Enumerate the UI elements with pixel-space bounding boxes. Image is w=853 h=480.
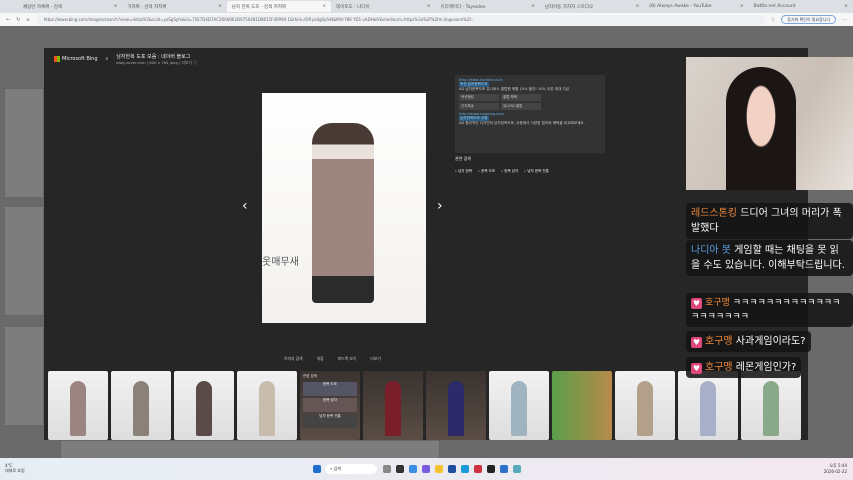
browser-tab[interactable]: 가져짜 - 검색 저저짜 × [122, 1, 226, 12]
refresh-icon[interactable]: ↻ [16, 17, 20, 23]
chat-message: ♥ 호구맹 레몬게임인가? [686, 357, 802, 378]
chat-message: ♥ 호구맹 ㅋㅋㅋㅋㅋㅋㅋㅋㅋㅋㅋㅋㅋㅋㅋㅋㅋㅋㅋㅋ [686, 293, 853, 327]
close-tab-icon: × [217, 4, 222, 9]
thumbnail[interactable] [48, 371, 108, 440]
next-arrow-icon[interactable]: › [437, 198, 443, 214]
ad1-desc: AD 남자한복도포 유니버스 클럽원 매월 10% 할인! 10% 쿠폰 최대 … [459, 87, 570, 91]
app-icon[interactable] [474, 465, 482, 473]
app-icon[interactable] [500, 465, 508, 473]
related-chip[interactable]: ⌕ 한복 도포 [478, 169, 495, 174]
taskbar: 4°C 대체로 흐림 ⌕ 검색 오후 5:44 2026-02-22 [0, 458, 853, 480]
app-icon[interactable] [396, 465, 404, 473]
streamer-face [726, 67, 796, 190]
save-button[interactable]: 저장 [317, 356, 324, 362]
app-icon[interactable] [448, 465, 456, 473]
thumbnail[interactable] [174, 371, 234, 440]
weather-widget[interactable]: 4°C 대체로 흐림 [5, 463, 25, 474]
more-button[interactable]: 더보기 [370, 356, 380, 362]
edge-icon[interactable] [461, 465, 469, 473]
browser-tab[interactable]: 남자아동 자자자 스토디오 × [540, 1, 644, 12]
url-input[interactable]: https://www.bing.com/images/search?view=… [35, 14, 765, 25]
thumbnail[interactable] [426, 371, 486, 440]
thumbnail[interactable] [615, 371, 675, 440]
search-icon[interactable]: ⌕ [106, 56, 109, 62]
visual-search-button[interactable]: 이미지 검색 [284, 356, 303, 362]
home-icon[interactable]: ⌂ [26, 17, 29, 23]
heart-icon: ♥ [691, 337, 702, 348]
thumbnail[interactable] [111, 371, 171, 440]
bing-logo[interactable]: Microsoft Bing [54, 56, 98, 62]
thumbnail[interactable] [489, 371, 549, 440]
more-icon[interactable]: ··· [842, 17, 847, 23]
close-tab-icon: × [739, 4, 744, 9]
related-searches: 관련 검색 ⌕ 남자 한복 ⌕ 한복 도포 ⌕ 한복 남자 ⌕ 남자 한복 전통 [455, 156, 605, 174]
app-icon[interactable] [383, 465, 391, 473]
ads-panel: http://www.auction.co.kr 옥션 남자한복도포 AD 남자… [455, 75, 605, 153]
sync-button[interactable]: 동기화 확인이 필요합니다 [781, 15, 837, 24]
taskbar-search[interactable]: ⌕ 검색 [325, 464, 377, 474]
app-icon[interactable] [487, 465, 495, 473]
back-icon[interactable]: ← [6, 17, 10, 23]
start-icon[interactable] [313, 465, 321, 473]
tab-bar: 채팅탄 자체짜 - 검색 × 가져짜 - 검색 저저짜 × 남자 한복 도포 - 검색 … [0, 0, 853, 13]
more-link[interactable]: 더보기 ⓘ [182, 60, 197, 65]
thumbnail[interactable] [363, 371, 423, 440]
browser-tab[interactable]: 데이토도 - 나다이 × [331, 1, 435, 12]
close-tab-icon: × [844, 4, 848, 9]
image-size: 600 x 784 jpeg [149, 59, 178, 65]
thumbnail[interactable] [741, 371, 801, 440]
browser-tab[interactable]: 남자 한복 도포 - 검색 저저짜 × [226, 1, 332, 12]
thumbnail[interactable] [678, 371, 738, 440]
browser-tab[interactable]: (8) Always Awake - YouTube × [644, 1, 748, 12]
main-image[interactable]: 옷매무새 [262, 93, 426, 323]
related-chip[interactable]: ⌕ 남자 한복 전통 [524, 169, 549, 174]
app-icon[interactable] [513, 465, 521, 473]
ad-chip[interactable]: 클럽 혜택 [501, 94, 541, 101]
chat-message: 레드스톤킹 드디어 그녀의 머리가 폭발했다 [686, 203, 853, 239]
chat-message: ♥ 호구맹 사과게임이라도? [686, 331, 811, 352]
close-tab-icon: × [322, 4, 327, 9]
feedback-button[interactable]: 피드백 보기 [338, 356, 357, 362]
browser-tab[interactable]: 유리계이다 - Toyeolen × [436, 1, 540, 12]
webcam-overlay [686, 57, 853, 190]
ad-chip[interactable]: 옥션랭킹 [459, 94, 499, 101]
close-tab-icon: × [635, 4, 640, 9]
app-icon[interactable] [422, 465, 430, 473]
source-link[interactable]: blog.naver.com [116, 60, 145, 65]
thumbnail[interactable] [552, 371, 612, 440]
related-title: 관련 검색 [455, 156, 471, 161]
close-tab-icon: × [426, 4, 431, 9]
browser-tab[interactable]: 채팅탄 자체짜 - 검색 × [18, 1, 122, 12]
heart-icon: ♥ [691, 298, 702, 309]
taskbar-apps [383, 465, 521, 473]
favorites-icon[interactable]: ☆ [771, 17, 775, 23]
related-chip[interactable]: ⌕ 남자 한복 [455, 169, 472, 174]
image-title[interactable]: 남자한복 도포 모음 : 네이버 블로그 [116, 53, 197, 60]
viewer-actions: 이미지 검색 저장 피드백 보기 더보기 [284, 356, 381, 362]
heart-icon: ♥ [691, 363, 702, 374]
app-icon[interactable] [409, 465, 417, 473]
thumbnail[interactable] [237, 371, 297, 440]
image-caption: 옷매무새 [262, 257, 299, 268]
ad-chip[interactable]: 유니버스클럽 [501, 103, 541, 110]
related-tile[interactable]: 관련 검색 한복 도포 한복 남자 남자 한복 전통 [300, 371, 360, 440]
folder-icon[interactable] [435, 465, 443, 473]
related-chip[interactable]: ⌕ 한복 남자 [501, 169, 518, 174]
browser-tab[interactable]: Battle.net Account × [749, 1, 853, 12]
ad2-desc: AD 합리적인 디자인의 남자한복도포, 쿠팡에서 다양한 컬러와 혜택을 비교… [459, 121, 585, 125]
hanbok-figure [312, 123, 374, 303]
prev-arrow-icon[interactable]: ‹ [242, 198, 248, 214]
clock[interactable]: 오후 5:44 2026-02-22 [824, 463, 847, 474]
thumbnail-strip: 관련 검색 한복 도포 한복 남자 남자 한복 전통 [48, 371, 801, 440]
ad-chip[interactable]: 신차특송 [459, 103, 499, 110]
address-bar-row: ← ↻ ⌂ https://www.bing.com/images/search?v… [0, 13, 853, 26]
close-tab-icon: × [113, 4, 118, 9]
close-tab-icon: × [531, 4, 535, 9]
chat-message: 나디아 봇 게임할 때는 채팅을 못 읽을 수도 있습니다. 이해부탁드립니다. [686, 240, 853, 276]
